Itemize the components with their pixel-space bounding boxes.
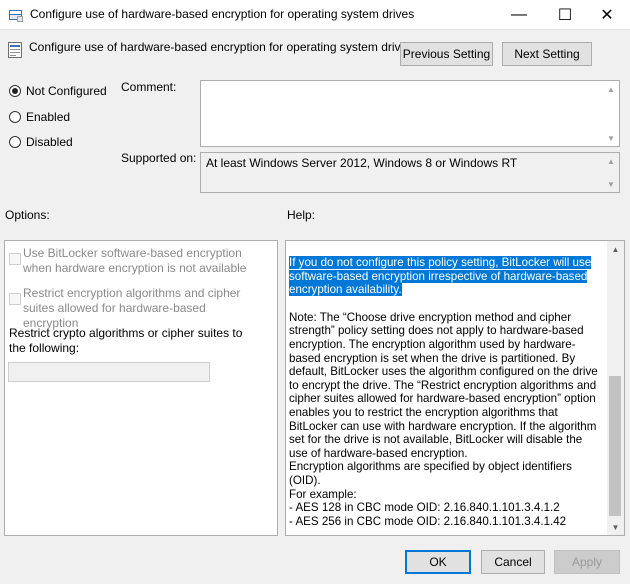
restrict-algorithms-label: Restrict encryption algorithms and ciphe… (23, 286, 241, 330)
options-label: Options: (5, 208, 50, 222)
policy-name: Configure use of hardware-based encrypti… (29, 40, 414, 54)
policy-setting-icon (8, 42, 22, 58)
maximize-button[interactable]: ☐ (542, 0, 588, 30)
software-encryption-label: Use BitLocker software-based encryption … (23, 246, 247, 275)
restrict-algorithms-checkbox[interactable] (9, 293, 21, 305)
restrict-crypto-label: Restrict crypto algorithms or cipher sui… (9, 326, 243, 355)
minimize-icon: — (511, 6, 527, 23)
ok-button[interactable]: OK (405, 550, 471, 574)
radio-unselected-icon (9, 136, 21, 148)
supported-on-value: At least Windows Server 2012, Windows 8 … (206, 156, 518, 170)
scroll-down-icon[interactable]: ▼ (607, 520, 624, 534)
scroll-down-icon[interactable]: ▼ (603, 131, 619, 145)
comment-label: Comment: (121, 80, 177, 94)
radio-enabled[interactable]: Enabled (9, 110, 70, 124)
help-oid-intro: Encryption algorithms are specified by o… (289, 460, 572, 487)
policy-editor-icon (9, 10, 23, 22)
supported-on-field: At least Windows Server 2012, Windows 8 … (200, 152, 620, 193)
cancel-button[interactable]: Cancel (481, 550, 545, 574)
title-bar[interactable]: Configure use of hardware-based encrypti… (0, 0, 630, 30)
help-body: Note: The “Choose drive encryption metho… (289, 310, 598, 460)
radio-label-enabled: Enabled (26, 110, 71, 124)
help-panel: If you do not configure this policy sett… (285, 240, 625, 536)
help-label: Help: (287, 208, 316, 222)
comment-scrollbar[interactable]: ▲ ▼ (603, 81, 619, 146)
window-title: Configure use of hardware-based encrypti… (30, 7, 415, 21)
scroll-up-icon[interactable]: ▲ (607, 242, 624, 256)
help-example: - AES 256 in CBC mode OID: 2.16.840.1.10… (289, 514, 567, 528)
help-highlighted-text: If you do not configure this policy sett… (289, 256, 592, 297)
help-scrollbar-thumb[interactable] (609, 376, 621, 516)
minimize-button[interactable]: — (496, 0, 542, 30)
scroll-up-icon[interactable]: ▲ (603, 154, 619, 168)
radio-disabled[interactable]: Disabled (9, 135, 73, 149)
radio-not-configured[interactable]: Not Configured (9, 84, 107, 98)
previous-setting-button[interactable]: Previous Setting (400, 42, 493, 66)
help-scrollbar[interactable]: ▲ ▼ (607, 241, 624, 535)
radio-label-not-configured: Not Configured (26, 84, 107, 98)
next-setting-button[interactable]: Next Setting (502, 42, 592, 66)
radio-selected-icon (9, 85, 21, 97)
supported-scrollbar[interactable]: ▲ ▼ (603, 153, 619, 192)
software-encryption-checkbox[interactable] (9, 253, 21, 265)
comment-textarea[interactable]: ▲ ▼ (200, 80, 620, 147)
close-button[interactable]: ✕ (584, 0, 630, 30)
supported-on-label: Supported on: (121, 151, 197, 165)
options-panel: Use BitLocker software-based encryption … (4, 240, 278, 536)
help-example: - AES 128 in CBC mode OID: 2.16.840.1.10… (289, 501, 560, 515)
radio-unselected-icon (9, 111, 21, 123)
radio-label-disabled: Disabled (26, 135, 73, 149)
scroll-up-icon[interactable]: ▲ (603, 82, 619, 96)
help-example-label: For example: (289, 487, 357, 501)
maximize-icon: ☐ (557, 7, 573, 24)
apply-button[interactable]: Apply (554, 550, 620, 574)
restrict-crypto-input[interactable] (8, 362, 210, 382)
scroll-down-icon[interactable]: ▼ (603, 177, 619, 191)
close-icon: ✕ (600, 7, 614, 24)
